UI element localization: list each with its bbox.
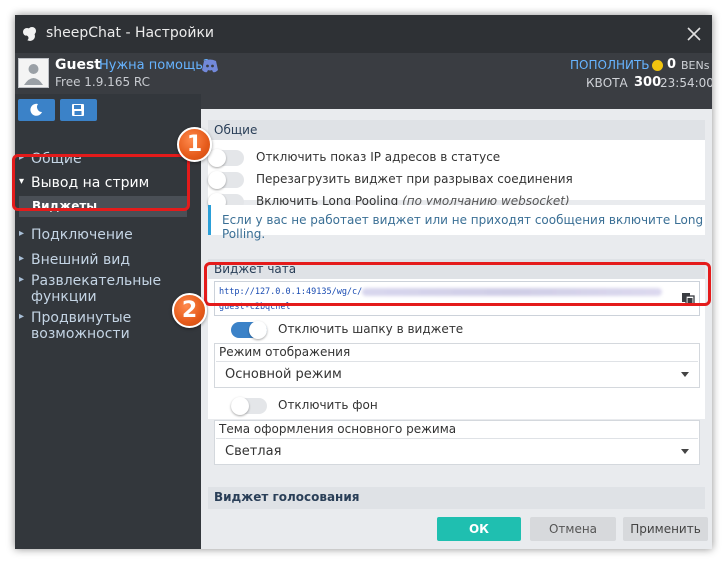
bens-value: 0 [667,57,677,72]
option-label-hide-ip: Отключить показ IP адресов в статусе [256,150,501,164]
sidebar-item-connection[interactable]: ▸ Подключение [15,226,201,246]
coin-icon [652,60,663,71]
theme-select[interactable]: Светлая [216,438,698,463]
highlight-stream-output [12,154,190,211]
avatar[interactable] [18,58,49,88]
save-button[interactable] [60,99,97,121]
toggle-hide-ip[interactable] [208,149,244,167]
theme-label: Тема оформления основного режима [219,422,457,436]
toggle-reload-widget[interactable] [208,171,244,189]
toggle-disable-background[interactable] [231,397,267,415]
info-long-polling: Если у вас не работает виджет или не при… [208,205,705,241]
save-icon [72,104,84,116]
chevron-down-icon [681,372,689,377]
general-options: Отключить показ IP адресов в статусе Пер… [208,140,705,200]
step-badge-1: 1 [177,127,212,162]
toggle-disable-header[interactable] [231,321,267,339]
bens-currency: BENs [681,59,710,72]
display-mode-label: Режим отображения [219,345,351,359]
chevron-down-icon [681,449,689,454]
version-label: Free 1.9.165 RC [55,75,151,89]
section-title-general: Общие [208,120,705,140]
cancel-button[interactable]: Отмена [530,517,616,541]
quota-value: 300 [634,75,662,90]
discord-icon[interactable] [201,58,219,74]
sheep-logo-icon [23,27,36,41]
theme-field: Тема оформления основного режима Светлая [214,420,700,465]
user-name: Guest [55,57,101,73]
apply-button[interactable]: Применить [623,517,708,541]
sidebar-item-appearance[interactable]: ▸ Внешний вид [15,251,201,271]
step-badge-2: 2 [172,293,207,328]
section-title-vote-widget[interactable]: Виджет голосования [208,487,705,509]
clock: 23:54:00 [660,76,712,90]
highlight-widget-url [204,262,711,306]
topup-link[interactable]: ПОПОЛНИТЬ [570,58,650,72]
option-label-disable-background: Отключить фон [278,398,378,412]
dialog-footer: ОК Отмена Применить [201,509,712,549]
display-mode-field: Режим отображения Основной режим [214,343,700,388]
display-mode-select[interactable]: Основной режим [216,361,698,386]
help-link[interactable]: Нужна помощь? [99,58,210,73]
moon-icon [30,103,42,116]
title-bar: sheepChat - Настройки [15,15,712,53]
settings-content: Общие Отключить показ IP адресов в стату… [201,109,712,509]
ok-button[interactable]: ОК [437,517,521,541]
window-title: sheepChat - Настройки [46,25,215,41]
option-label-reload-widget: Перезагрузить виджет при разрывах соедин… [256,172,573,186]
close-icon[interactable] [684,24,704,44]
option-label-disable-header: Отключить шапку в виджете [278,322,464,336]
quota-label: КВОТА [586,76,628,90]
theme-toggle-button[interactable] [18,99,55,121]
user-silhouette-icon [24,64,43,85]
